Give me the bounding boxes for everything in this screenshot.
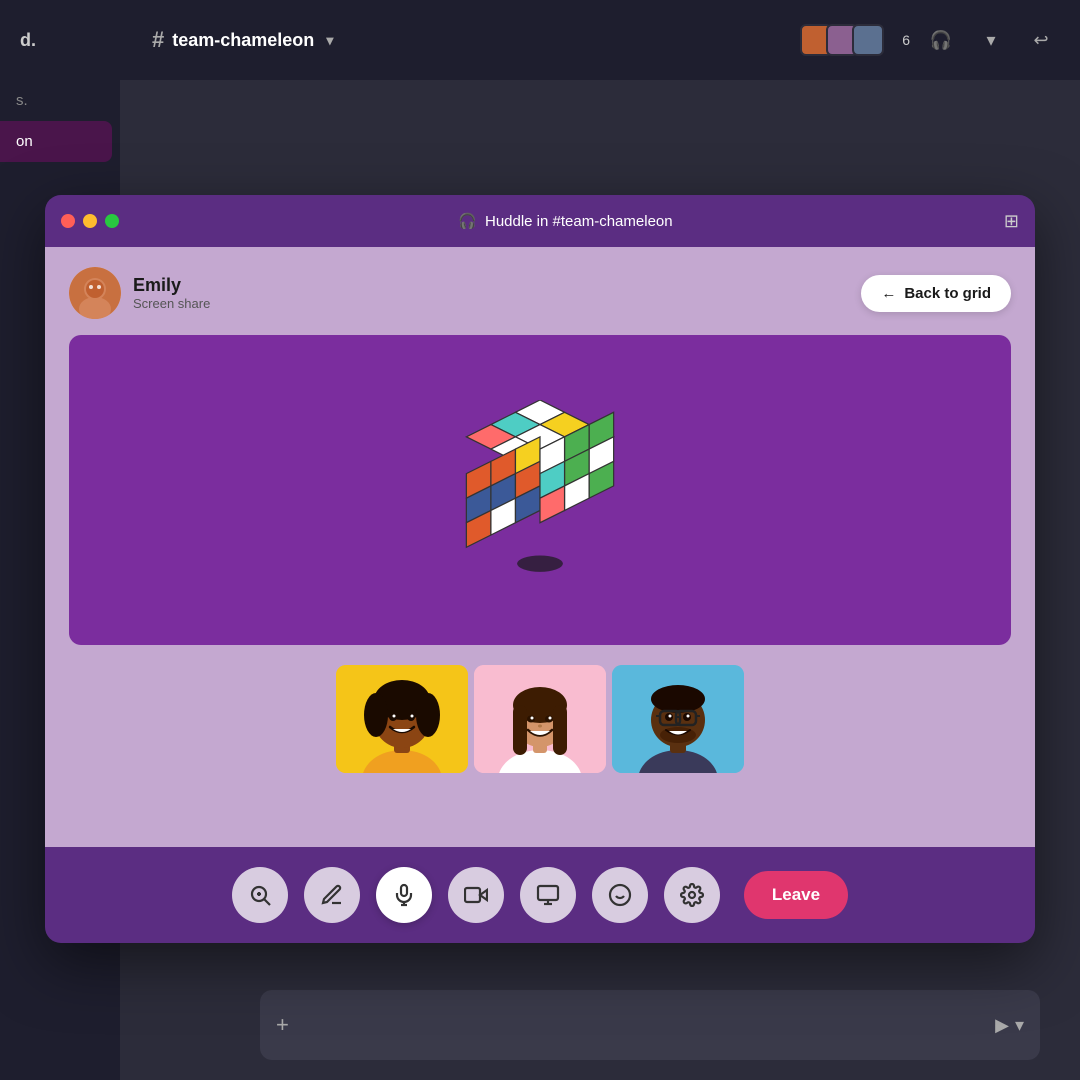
mic-icon <box>392 883 416 907</box>
share-button[interactable]: ↩ <box>1022 21 1060 59</box>
zoom-button[interactable] <box>232 867 288 923</box>
video-button[interactable] <box>448 867 504 923</box>
emoji-button[interactable] <box>592 867 648 923</box>
send-button-area[interactable]: ▶ ▾ <box>995 1015 1024 1036</box>
avatar-stack <box>800 24 884 56</box>
leave-button[interactable]: Leave <box>744 871 848 919</box>
titlebar-center: 🎧 Huddle in #team-chameleon <box>137 212 994 230</box>
mic-button[interactable] <box>376 867 432 923</box>
screen-icon <box>536 883 560 907</box>
window-titlebar: 🎧 Huddle in #team-chameleon ⊞ <box>45 195 1035 247</box>
presenter-header: Emily Screen share ← Back to grid <box>69 267 1011 319</box>
huddle-window: 🎧 Huddle in #team-chameleon ⊞ <box>45 195 1035 943</box>
avatar-face-svg <box>69 267 121 319</box>
participant-1 <box>336 665 468 773</box>
headphone-button[interactable]: 🎧 <box>922 21 960 59</box>
participant-3 <box>612 665 744 773</box>
top-bar: d. # team-chameleon ▾ 6 🎧 ▾ ↩ <box>0 0 1080 80</box>
search-icon <box>248 883 272 907</box>
dropdown-button[interactable]: ▾ <box>972 21 1010 59</box>
participant-2 <box>474 665 606 773</box>
back-to-grid-label: Back to grid <box>904 285 991 302</box>
channel-name: team-chameleon <box>172 30 314 51</box>
channel-title-area[interactable]: # team-chameleon ▾ <box>152 27 333 53</box>
huddle-title: Huddle in #team-chameleon <box>485 213 673 230</box>
settings-button[interactable] <box>664 867 720 923</box>
close-button[interactable] <box>61 214 75 228</box>
draw-button[interactable] <box>304 867 360 923</box>
emoji-icon <box>608 883 632 907</box>
chevron-down-icon[interactable]: ▾ <box>326 32 333 49</box>
send-icon[interactable]: ▶ <box>995 1015 1009 1036</box>
send-chevron-icon[interactable]: ▾ <box>1015 1015 1024 1036</box>
gear-icon <box>680 883 704 907</box>
control-bar: Leave <box>45 847 1035 943</box>
attachment-button[interactable]: + <box>276 1012 289 1038</box>
avatar-3 <box>852 24 884 56</box>
back-arrow-icon: ← <box>881 285 896 302</box>
hash-icon: # <box>152 27 164 53</box>
screen-share-button[interactable] <box>520 867 576 923</box>
rubiks-cube-svg <box>450 400 630 580</box>
back-to-grid-button[interactable]: ← Back to grid <box>861 275 1011 312</box>
presenter-name: Emily <box>133 275 210 296</box>
maximize-button[interactable] <box>105 214 119 228</box>
participants-row <box>69 665 1011 773</box>
sidebar-item-2[interactable]: on <box>0 121 112 162</box>
participant-3-face <box>612 665 744 773</box>
presenter-text: Emily Screen share <box>133 275 210 311</box>
presenter-info: Emily Screen share <box>69 267 210 319</box>
video-icon <box>464 883 488 907</box>
message-input-area: + ▶ ▾ <box>260 990 1040 1060</box>
window-expand-icon[interactable]: ⊞ <box>1004 211 1019 232</box>
workspace-name: d. <box>20 30 36 51</box>
member-count: 6 <box>902 32 910 48</box>
sidebar-item-1[interactable]: s. <box>0 80 120 121</box>
participant-1-face <box>336 665 468 773</box>
pencil-icon <box>320 883 344 907</box>
presenter-screen-share-label: Screen share <box>133 296 210 311</box>
minimize-button[interactable] <box>83 214 97 228</box>
headphone-icon: 🎧 <box>458 212 477 230</box>
top-bar-right: 6 🎧 ▾ ↩ <box>800 21 1060 59</box>
participant-2-face <box>474 665 606 773</box>
screen-share-area <box>69 335 1011 645</box>
presenter-avatar <box>69 267 121 319</box>
traffic-lights <box>61 214 119 228</box>
huddle-content: Emily Screen share ← Back to grid <box>45 247 1035 847</box>
